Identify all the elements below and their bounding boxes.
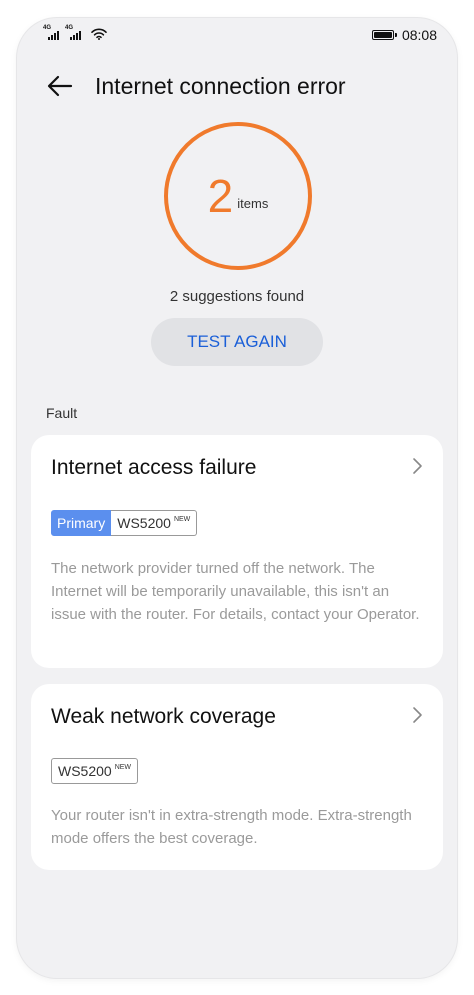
fault-description: The network provider turned off the netw… xyxy=(51,560,420,623)
fault-title: Weak network coverage xyxy=(51,705,276,728)
clock: 08:08 xyxy=(401,27,437,43)
device-tag: WS5200 NEW xyxy=(51,758,139,784)
fault-card-weak-coverage[interactable]: Weak network coverage WS5200 NEW Your rou… xyxy=(31,684,443,870)
arrow-left-icon[interactable] xyxy=(45,72,75,100)
device-name: WS5200 xyxy=(117,515,171,531)
primary-tag: Primary xyxy=(51,510,112,536)
page-title: Internet connection error xyxy=(95,73,346,99)
chevron-right-icon xyxy=(413,707,422,723)
wifi-icon xyxy=(91,28,107,40)
test-again-button[interactable]: TEST AGAIN xyxy=(151,318,323,366)
fault-title: Internet access failure xyxy=(51,456,257,479)
signal-icon: 4G xyxy=(43,25,59,40)
chevron-right-icon xyxy=(413,458,422,474)
device-tags: Primary WS5200 NEW xyxy=(51,510,198,536)
battery-icon xyxy=(371,30,397,40)
ring-label: 2 items xyxy=(163,121,313,271)
fault-card-internet-access[interactable]: Internet access failure Primary WS5200 NE… xyxy=(31,435,443,668)
suggestions-text: 2 suggestions found xyxy=(169,288,305,305)
fault-description: Your router isn't in extra-strength mode… xyxy=(51,807,412,847)
status-right: 08:08 xyxy=(371,27,437,43)
device-tags: WS5200 NEW xyxy=(51,758,139,784)
result-ring: 2 items xyxy=(163,121,313,271)
device-tag: WS5200 NEW xyxy=(111,510,198,536)
new-badge: NEW xyxy=(114,764,132,771)
issue-unit: items xyxy=(237,195,269,211)
phone-screen: 4G 4G 08:08 Internet connection error 2 … xyxy=(17,18,457,978)
issue-count: 2 xyxy=(207,170,234,222)
section-label-fault: Fault xyxy=(46,405,78,421)
new-badge: NEW xyxy=(173,516,191,523)
signal-icon: 4G xyxy=(65,25,81,40)
status-left: 4G 4G xyxy=(43,25,107,40)
status-bar: 4G 4G 08:08 xyxy=(17,18,457,54)
header: Internet connection error xyxy=(17,68,457,104)
device-name: WS5200 xyxy=(58,763,112,779)
